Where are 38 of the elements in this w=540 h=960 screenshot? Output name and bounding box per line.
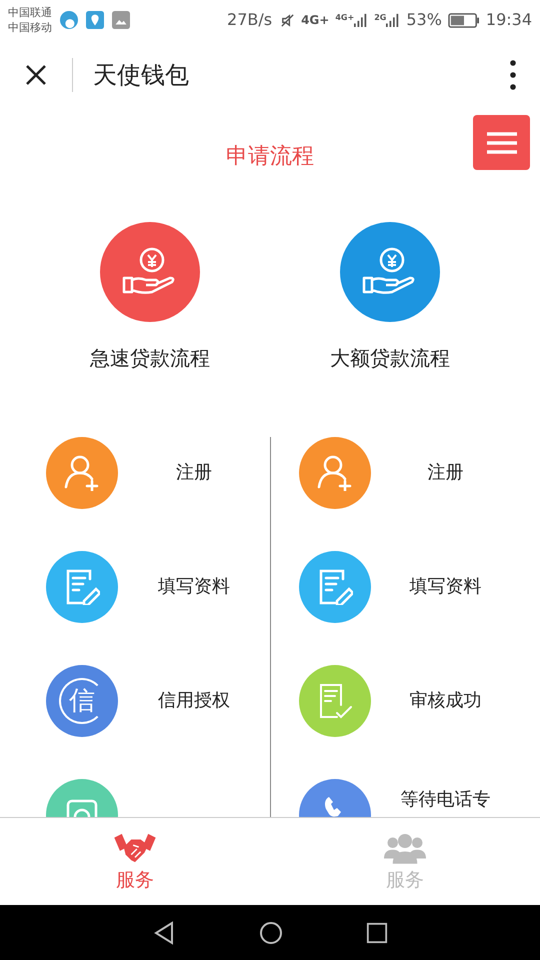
mute-icon [280, 12, 296, 28]
step-label: 填写资料 [158, 575, 230, 599]
user-add-icon [64, 455, 100, 491]
recents-icon[interactable] [366, 922, 388, 944]
section-title: 申请流程 [226, 142, 314, 170]
form-icon [64, 569, 100, 605]
carrier-label: 中国移动 [8, 20, 52, 35]
more-icon[interactable] [510, 60, 516, 90]
loan-label[interactable]: 急速贷款流程 [90, 346, 210, 370]
step-label: 等待电话专 [400, 788, 490, 812]
image-icon [112, 11, 130, 29]
network-speed: 27B/s [227, 9, 272, 31]
battery-icon [448, 12, 480, 28]
loan-label[interactable]: 大额贷款流程 [330, 346, 450, 370]
step-label: 填写资料 [409, 575, 482, 599]
carrier-label: 中国联通 [8, 5, 52, 20]
network-type: 2G [374, 12, 386, 24]
menu-icon [486, 132, 516, 154]
handshake-icon [112, 832, 158, 864]
tab[interactable]: 服务 [0, 818, 270, 905]
network-type: 4G+ [335, 12, 354, 24]
step-label: 信用授权 [158, 689, 230, 713]
step-label: 审核成功 [409, 689, 482, 713]
user-add-icon [316, 455, 352, 491]
battery-percent: 53% [406, 9, 442, 31]
app-title: 天使钱包 [93, 60, 189, 91]
back-icon[interactable] [152, 920, 176, 944]
signal-icon [386, 12, 400, 28]
step-label: 注册 [176, 461, 212, 485]
clock: 19:34 [486, 9, 532, 31]
location-icon [86, 11, 104, 29]
menu-button[interactable] [473, 115, 530, 170]
people-icon [384, 832, 426, 864]
signal-icon [354, 12, 368, 28]
network-type: 4G+ [301, 12, 330, 29]
home-icon[interactable] [258, 920, 283, 944]
close-icon[interactable] [24, 63, 48, 87]
step-label: 注册 [427, 461, 464, 485]
